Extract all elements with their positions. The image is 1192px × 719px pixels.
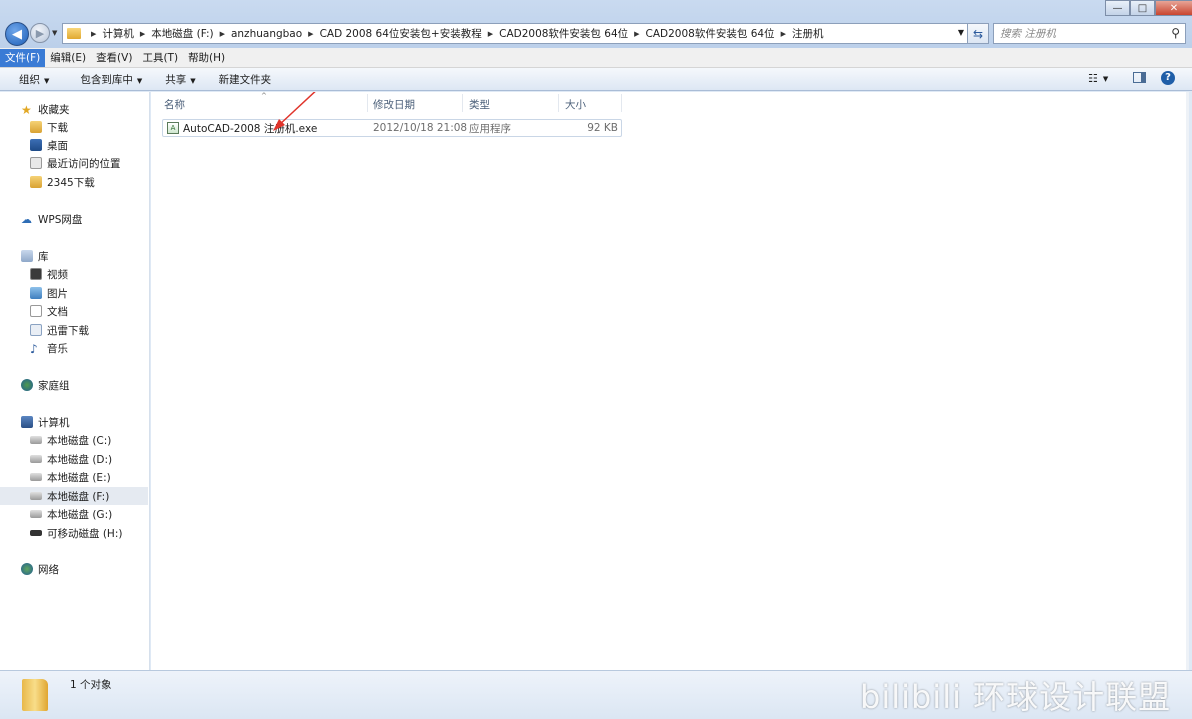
view-list-icon: ☷	[1088, 72, 1098, 85]
folder-icon	[30, 176, 42, 188]
forward-button[interactable]: ▶	[30, 23, 50, 43]
folder-icon	[22, 679, 48, 711]
search-icon[interactable]: ⚲	[1171, 26, 1180, 40]
removable-drive-icon	[30, 530, 42, 536]
maximize-button[interactable]: □	[1130, 0, 1155, 16]
sidebar-item-favorites[interactable]: ★ 收藏夹	[21, 100, 169, 118]
sidebar-item-libraries[interactable]: 库	[21, 247, 169, 265]
menu-help[interactable]: 帮助(H)	[183, 49, 230, 67]
folder-icon	[67, 28, 81, 39]
breadcrumb-computer[interactable]: 计算机 ▶	[102, 26, 151, 41]
sidebar-item-homegroup[interactable]: 家庭组	[21, 376, 169, 394]
organize-button[interactable]: 组织 ▼	[0, 72, 58, 87]
back-button[interactable]: ◀	[5, 22, 29, 46]
address-bar[interactable]: ▶ 计算机 ▶ 本地磁盘 (F:) ▶ anzhuangbao ▶ CAD 2008 …	[62, 23, 968, 44]
address-dropdown-icon[interactable]: ▼	[958, 28, 964, 37]
document-icon	[30, 305, 42, 317]
star-icon: ★	[21, 103, 32, 117]
vertical-scrollbar[interactable]	[1186, 92, 1189, 670]
preview-pane-button[interactable]	[1133, 72, 1146, 83]
hard-drive-icon	[30, 473, 42, 481]
library-icon	[21, 250, 33, 262]
recent-pages-dropdown[interactable]: ▼	[52, 29, 57, 37]
network-icon	[21, 563, 33, 575]
navigation-pane: ★ 收藏夹 下载 桌面 最近访问的位置 2345下载 ☁ WPS网盘 库 视频 图片…	[0, 92, 150, 670]
cloud-icon: ☁	[21, 213, 32, 226]
music-icon: ♪	[30, 342, 38, 356]
minimize-button[interactable]: —	[1105, 0, 1130, 16]
downloads-folder-icon	[30, 121, 42, 133]
arrow-right-icon: ▶	[35, 26, 45, 40]
sidebar-item-drive-f[interactable]: 本地磁盘 (F:)	[0, 487, 148, 505]
sidebar-item-computer[interactable]: 计算机	[21, 413, 169, 431]
homegroup-icon	[21, 379, 33, 391]
desktop-icon	[30, 139, 42, 151]
sidebar-item-network[interactable]: 网络	[21, 560, 169, 578]
refresh-button[interactable]: ⇆	[967, 23, 989, 44]
breadcrumb-anzhuangbao[interactable]: anzhuangbao ▶	[231, 28, 320, 40]
help-button[interactable]: ?	[1161, 71, 1175, 85]
hard-drive-icon	[30, 492, 42, 500]
recent-places-icon	[30, 157, 42, 169]
watermark: bilibili 环球设计联盟	[860, 678, 1172, 716]
new-folder-button[interactable]: 新建文件夹	[205, 72, 281, 87]
close-button[interactable]: ✕	[1155, 0, 1192, 16]
pictures-icon	[30, 287, 42, 299]
annotation-arrow	[273, 92, 316, 131]
hard-drive-icon	[30, 510, 42, 518]
arrow-left-icon: ◀	[12, 26, 22, 42]
command-bar: 组织 ▼ 包含到库中 ▼ 共享 ▼ 新建文件夹 ☷ ▼ ?	[0, 68, 1192, 91]
share-button[interactable]: 共享 ▼	[151, 72, 204, 87]
sidebar-item-wps[interactable]: ☁ WPS网盘	[21, 210, 169, 228]
video-icon	[30, 268, 42, 280]
hard-drive-icon	[30, 455, 42, 463]
preview-pane-icon	[1133, 72, 1146, 83]
breadcrumb-cad-package[interactable]: CAD 2008 64位安装包+安装教程 ▶	[320, 26, 500, 41]
file-list: 名称 修改日期 类型 大小 ^ A AutoCAD-2008 注册机.exe 2…	[151, 92, 1189, 670]
title-bar: — □ ✕ ◀ ▶ ▼ ▶ 计算机 ▶ 本地磁盘 (F:) ▶ anzhuangba…	[0, 0, 1192, 48]
help-icon: ?	[1161, 71, 1175, 85]
breadcrumb-keygen[interactable]: 注册机	[792, 26, 824, 41]
menu-file[interactable]: 文件(F)	[0, 48, 46, 67]
breadcrumb-cad-installer-2[interactable]: CAD2008软件安装包 64位 ▶	[646, 26, 792, 41]
menu-edit[interactable]: 编辑(E)	[45, 49, 91, 67]
menu-tools[interactable]: 工具(T)	[137, 49, 183, 67]
view-options-button[interactable]: ☷ ▼	[1088, 72, 1108, 85]
refresh-icon: ⇆	[972, 26, 984, 41]
menu-view[interactable]: 查看(V)	[91, 49, 137, 67]
search-input[interactable]: 搜索 注册机 ⚲	[993, 23, 1186, 44]
download-icon	[30, 324, 42, 336]
computer-icon	[21, 416, 33, 428]
include-in-library-button[interactable]: 包含到库中 ▼	[58, 72, 151, 87]
breadcrumb-drive-f[interactable]: 本地磁盘 (F:) ▶	[151, 26, 231, 41]
breadcrumb-cad-installer-1[interactable]: CAD2008软件安装包 64位 ▶	[499, 26, 645, 41]
window-controls: — □ ✕	[1105, 0, 1192, 16]
menu-bar: 文件(F) 编辑(E) 查看(V) 工具(T) 帮助(H)	[0, 48, 1192, 68]
item-count: 1 个对象	[70, 679, 112, 691]
system-drive-icon	[30, 436, 42, 444]
